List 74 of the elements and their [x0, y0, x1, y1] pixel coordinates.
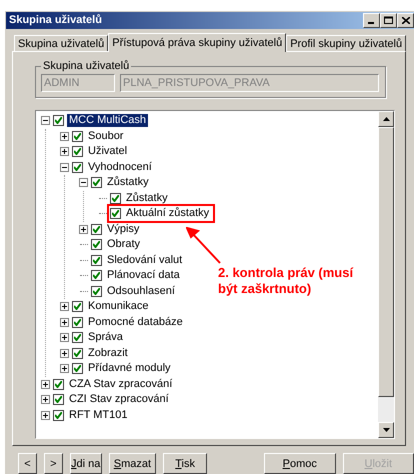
tree-item[interactable]: Zobrazit	[86, 346, 130, 360]
tree-item[interactable]: RFT MT101	[67, 408, 130, 422]
collapse-icon[interactable]	[79, 178, 88, 188]
checkbox[interactable]	[72, 348, 83, 359]
tree-item[interactable]: Přídavné moduly	[86, 362, 173, 376]
checkbox[interactable]	[72, 146, 83, 158]
tree-item[interactable]: CZA Stav zpracování	[67, 378, 174, 391]
tree-item[interactable]: Obraty	[105, 238, 142, 252]
checkbox[interactable]	[110, 208, 121, 220]
checkbox[interactable]	[110, 192, 121, 204]
tab[interactable]: Profil skupiny uživatelů	[286, 35, 406, 51]
scrollbar[interactable]	[378, 111, 394, 438]
checkbox[interactable]	[53, 410, 64, 421]
tree-item[interactable]: Zůstatky	[124, 192, 170, 205]
tab[interactable]: Přístupová práva skupiny uživatelů	[108, 33, 286, 52]
expand-icon[interactable]	[60, 333, 69, 342]
checkbox[interactable]	[72, 363, 83, 374]
expand-icon[interactable]	[41, 410, 50, 420]
button[interactable]: Tisk	[163, 453, 207, 474]
scroll-up-icon[interactable]	[378, 111, 394, 127]
tree-item[interactable]: Soubor	[86, 130, 126, 143]
expand-icon[interactable]	[60, 302, 69, 312]
tree-item[interactable]: Pomocné databáze	[86, 316, 185, 329]
checkbox[interactable]	[72, 162, 83, 173]
tree-item[interactable]: Správa	[86, 331, 125, 344]
collapse-icon[interactable]	[41, 116, 50, 126]
tree-item[interactable]: Uživatel	[86, 145, 130, 158]
checkbox[interactable]	[91, 270, 102, 282]
checkbox[interactable]	[72, 316, 83, 328]
minimize-icon[interactable]	[363, 12, 380, 28]
tree-item[interactable]: Vyhodnocení	[86, 160, 154, 174]
expand-icon[interactable]	[41, 380, 50, 389]
checkbox[interactable]	[53, 115, 64, 126]
checkbox[interactable]	[91, 254, 102, 266]
arrow-icon	[186, 227, 222, 265]
scroll-down-icon[interactable]	[378, 422, 394, 438]
expand-icon[interactable]	[60, 318, 69, 327]
tree-item[interactable]: Výpisy	[105, 222, 142, 236]
checkbox[interactable]	[72, 332, 83, 344]
checkbox[interactable]	[72, 301, 83, 312]
scrollbar-thumb[interactable]	[378, 127, 394, 397]
button[interactable]: Pomoc	[264, 453, 336, 474]
tree-item[interactable]: Plánovací data	[105, 269, 182, 282]
tree-item[interactable]: Zůstatky	[105, 176, 151, 190]
checkbox[interactable]	[91, 177, 102, 188]
checkbox[interactable]	[53, 378, 64, 390]
checkbox[interactable]	[72, 130, 83, 142]
collapse-icon[interactable]	[60, 162, 69, 172]
expand-icon[interactable]	[60, 364, 69, 374]
tree-item[interactable]: Sledování valut	[105, 254, 184, 267]
maximize-icon[interactable]	[380, 12, 397, 28]
checkbox[interactable]	[91, 224, 102, 235]
tree-item[interactable]: MCC MultiCash	[67, 114, 148, 128]
expand-icon[interactable]	[41, 395, 50, 404]
button[interactable]: Smazat	[108, 453, 156, 474]
expand-icon[interactable]	[60, 147, 69, 156]
expand-icon[interactable]	[60, 348, 69, 358]
annotation-text: 2. kontrola práv (musí být zaškrtnuto)	[218, 265, 354, 297]
window-title: Skupina uživatelů	[9, 14, 102, 26]
tree-item[interactable]: Odsouhlasení	[105, 284, 177, 298]
button[interactable]: <	[18, 453, 37, 474]
group-title: Skupina uživatelů	[42, 60, 130, 72]
tree-item[interactable]: CZI Stav zpracování	[67, 393, 171, 406]
checkbox[interactable]	[91, 239, 102, 250]
tab[interactable]: Skupina uživatelů	[14, 35, 108, 51]
close-icon[interactable]	[397, 12, 414, 28]
tree-item[interactable]: Komunikace	[86, 300, 151, 314]
checkbox[interactable]	[91, 286, 102, 297]
tree-item[interactable]: Aktuální zůstatky	[124, 207, 212, 220]
button[interactable]: Jdi na	[70, 453, 102, 474]
expand-icon[interactable]	[60, 132, 69, 141]
expand-icon[interactable]	[79, 224, 88, 234]
checkbox[interactable]	[53, 394, 64, 406]
button[interactable]: >	[44, 453, 63, 474]
